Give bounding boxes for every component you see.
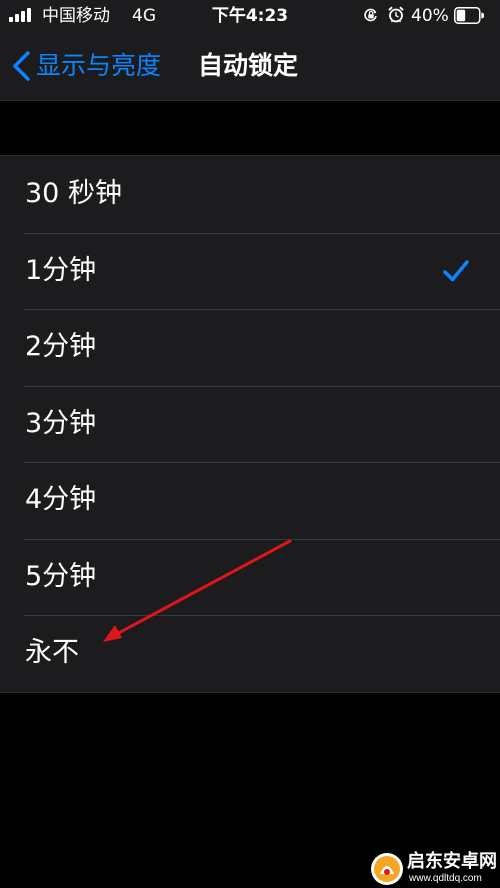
alarm-icon — [388, 6, 404, 23]
battery-percentage: 40% — [411, 6, 449, 26]
option-label: 5分钟 — [25, 560, 97, 592]
watermark: 启东安卓网 www.qdltdq.com — [370, 851, 497, 886]
navigation-bar: 显示与亮度 自动锁定 — [0, 32, 500, 101]
option-5-minutes[interactable]: 5分钟 — [0, 538, 500, 616]
option-label: 30 秒钟 — [25, 178, 122, 209]
option-4-minutes[interactable]: 4分钟 — [0, 462, 500, 539]
checkmark-icon — [443, 259, 469, 281]
back-button[interactable]: 显示与亮度 — [10, 46, 161, 86]
option-1-minute[interactable]: 1分钟 — [0, 232, 500, 310]
watermark-url: www.qdltdq.com — [409, 873, 482, 884]
orientation-lock-icon — [364, 8, 377, 22]
option-label: 2分钟 — [25, 331, 97, 362]
option-2-minutes[interactable]: 2分钟 — [0, 309, 500, 386]
option-never[interactable]: 永不 — [0, 615, 500, 692]
option-label: 1分钟 — [25, 254, 97, 286]
back-button-label: 显示与亮度 — [36, 51, 162, 80]
option-label: 4分钟 — [25, 484, 97, 515]
battery-icon — [454, 7, 484, 24]
option-3-minutes[interactable]: 3分钟 — [0, 385, 500, 463]
option-30-seconds[interactable]: 30 秒钟 — [0, 156, 500, 233]
chevron-left-icon — [13, 51, 30, 81]
option-label: 3分钟 — [25, 407, 97, 439]
status-bar: 中国移动 4G 下午4:23 40% — [0, 0, 500, 32]
page-title: 自动锁定 — [198, 51, 299, 80]
watermark-logo-icon — [371, 853, 403, 885]
auto-lock-options: 30 秒钟 1分钟 2分钟 3分钟 4分钟 5分钟 永不 — [0, 155, 500, 693]
watermark-name: 启东安卓网 — [407, 851, 497, 872]
option-label: 永不 — [25, 637, 79, 668]
